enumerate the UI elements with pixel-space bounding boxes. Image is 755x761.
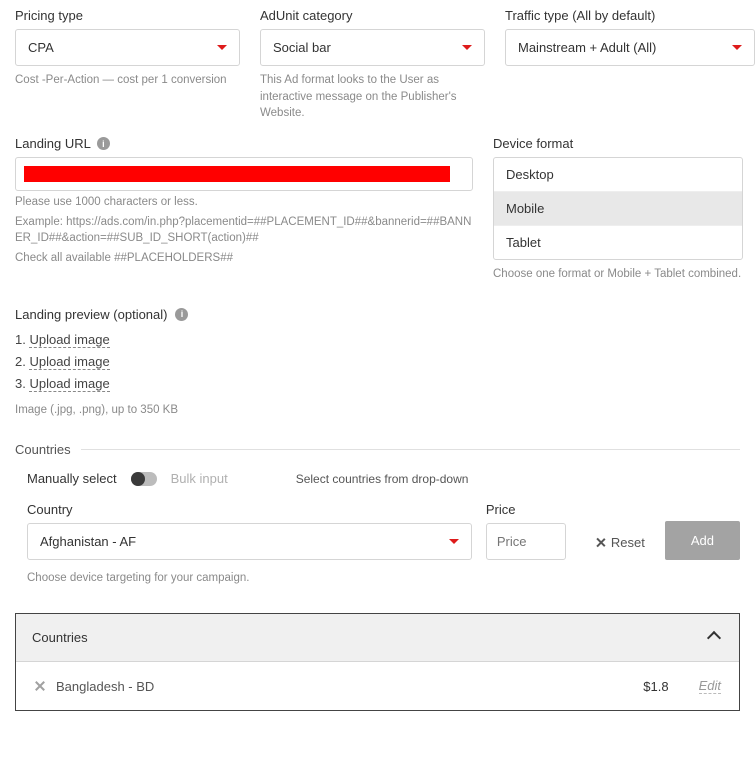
country-label: Country (27, 502, 472, 517)
caret-down-icon (449, 539, 459, 544)
toggle-knob (131, 472, 145, 486)
country-value: Afghanistan - AF (40, 534, 136, 549)
pricing-type-value: CPA (28, 40, 54, 55)
country-select[interactable]: Afghanistan - AF (27, 523, 472, 560)
traffic-select[interactable]: Mainstream + Adult (All) (505, 29, 755, 66)
bulk-input-label: Bulk input (171, 471, 228, 486)
input-mode-toggle[interactable] (131, 472, 157, 486)
caret-down-icon (217, 45, 227, 50)
upload-row-2: 2. Upload image (15, 354, 740, 370)
upload-image-1[interactable]: Upload image (29, 332, 109, 348)
landing-help-placeholders: Check all available ##PLACEHOLDERS## (15, 250, 473, 267)
caret-down-icon (462, 45, 472, 50)
pricing-help: Cost -Per-Action — cost per 1 conversion (15, 72, 240, 89)
info-icon[interactable]: i (175, 308, 188, 321)
countries-table-title: Countries (32, 630, 88, 645)
edit-country-button[interactable]: Edit (699, 678, 721, 694)
reset-button[interactable]: Reset (590, 525, 651, 560)
landing-help-chars: Please use 1000 characters or less. (15, 194, 473, 211)
info-icon[interactable]: i (97, 137, 110, 150)
price-label: Price (486, 502, 576, 517)
traffic-value: Mainstream + Adult (All) (518, 40, 656, 55)
divider (81, 449, 740, 450)
traffic-label: Traffic type (All by default) (505, 8, 755, 23)
price-input[interactable] (486, 523, 566, 560)
device-mobile[interactable]: Mobile (494, 191, 742, 225)
add-button[interactable]: Add (665, 521, 740, 560)
upload-note: Image (.jpg, .png), up to 350 KB (15, 402, 740, 419)
caret-down-icon (732, 45, 742, 50)
adunit-value: Social bar (273, 40, 331, 55)
adunit-help: This Ad format looks to the User as inte… (260, 72, 485, 122)
upload-image-2[interactable]: Upload image (29, 354, 109, 370)
upload-image-3[interactable]: Upload image (29, 376, 109, 392)
upload-row-3: 3. Upload image (15, 376, 740, 392)
device-tablet[interactable]: Tablet (494, 225, 742, 259)
landing-url-label: Landing URL i (15, 136, 473, 151)
device-format-label: Device format (493, 136, 743, 151)
placeholders-link[interactable]: ##PLACEHOLDERS## (114, 252, 233, 264)
redacted-url (24, 166, 450, 182)
table-row: Bangladesh - BD $1.8 Edit (16, 662, 739, 710)
device-help: Choose one format or Mobile + Tablet com… (493, 266, 743, 283)
pricing-type-label: Pricing type (15, 8, 240, 23)
device-targeting-hint: Choose device targeting for your campaig… (27, 570, 740, 587)
upload-row-1: 1. Upload image (15, 332, 740, 348)
manually-select-label: Manually select (27, 471, 117, 486)
countries-table-header[interactable]: Countries (16, 614, 739, 662)
close-icon (596, 538, 606, 548)
country-name: Bangladesh - BD (56, 679, 633, 694)
countries-section-header: Countries (15, 442, 740, 457)
country-price: $1.8 (643, 679, 668, 694)
landing-url-input[interactable] (15, 157, 473, 191)
adunit-select[interactable]: Social bar (260, 29, 485, 66)
select-countries-hint: Select countries from drop-down (296, 472, 469, 486)
adunit-label: AdUnit category (260, 8, 485, 23)
device-desktop[interactable]: Desktop (494, 158, 742, 191)
chevron-up-icon (707, 630, 721, 644)
remove-country-button[interactable] (34, 680, 46, 692)
countries-table: Countries Bangladesh - BD $1.8 Edit (15, 613, 740, 711)
landing-help-example: Example: https://ads.com/in.php?placemen… (15, 214, 473, 247)
pricing-type-select[interactable]: CPA (15, 29, 240, 66)
landing-preview-label: Landing preview (optional) i (15, 307, 740, 322)
device-format-list: Desktop Mobile Tablet (493, 157, 743, 260)
